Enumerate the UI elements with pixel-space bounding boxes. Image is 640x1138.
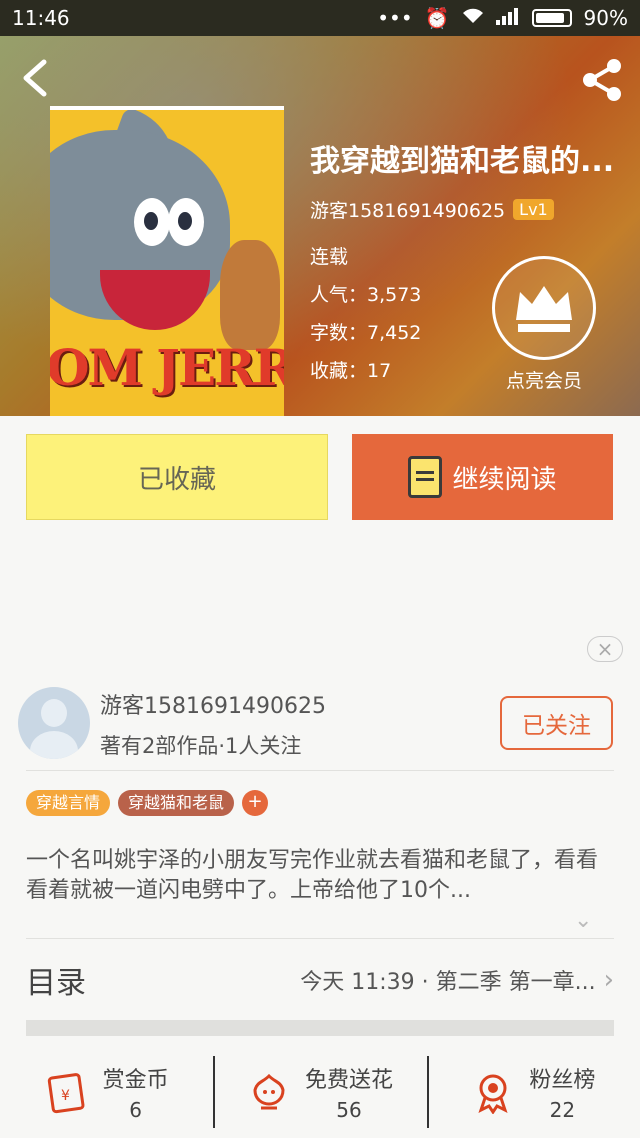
book-title: 我穿越到猫和老鼠的... [310, 144, 615, 179]
book-word-count: 字数：7,452 [310, 322, 422, 344]
continue-reading-button[interactable]: 继续阅读 [352, 434, 613, 520]
reward-coins-button[interactable]: ¥ 赏金币 6 [0, 1046, 213, 1138]
send-flower-count: 56 [336, 1098, 362, 1122]
toc-label: 目录 [26, 966, 86, 1001]
book-favorites: 收藏：17 [310, 360, 392, 382]
more-dots-icon: ••• [377, 6, 413, 30]
author-stats: 著有2部作品·1人关注 [100, 734, 302, 758]
status-bar: 11:46 ••• ⏰ 90% [0, 0, 640, 36]
reward-coins-count: 6 [129, 1098, 143, 1122]
bottom-action-bar: ¥ 赏金币 6 免费送花 56 粉丝榜 22 [0, 1046, 640, 1138]
book-status: 连载 [310, 246, 349, 268]
book-author: 游客1581691490625 [310, 200, 506, 222]
status-icons: ••• ⏰ 90% [377, 6, 628, 30]
collected-button[interactable]: 已收藏 [26, 434, 328, 520]
member-button[interactable] [492, 256, 596, 360]
signal-icon [495, 6, 520, 30]
red-envelope-icon: ¥ [47, 1073, 85, 1114]
book-author-line: 游客1581691490625 Lv1 [310, 196, 554, 223]
level-badge: Lv1 [513, 199, 554, 220]
book-popularity: 人气：3,573 [310, 284, 422, 306]
follow-label: 已关注 [522, 713, 591, 739]
medal-icon [478, 1074, 508, 1114]
wifi-icon [462, 6, 484, 30]
send-flower-label: 免费送花 [304, 1068, 393, 1093]
tag-item[interactable]: 穿越猫和老鼠 [118, 790, 235, 816]
status-time: 11:46 [12, 6, 70, 30]
collected-label: 已收藏 [137, 464, 216, 495]
divider [26, 938, 614, 939]
battery-icon [531, 9, 572, 27]
tag-item[interactable]: 穿越言情 [26, 790, 111, 816]
share-button[interactable] [578, 56, 626, 104]
back-button[interactable] [18, 58, 54, 98]
share-icon [583, 59, 621, 101]
chevron-left-icon [23, 59, 47, 97]
flower-icon [253, 1073, 285, 1110]
table-of-contents-row[interactable]: 目录 今天 11:39 · 第二季 第一章... › [26, 950, 614, 1010]
add-tag-button[interactable]: + [242, 790, 269, 816]
reward-coins-label: 赏金币 [102, 1068, 169, 1093]
chevron-down-icon[interactable]: ⌄ [574, 908, 598, 933]
book-cover[interactable]: OM JERRY [50, 106, 284, 416]
book-icon [408, 456, 443, 498]
book-hero: OM JERRY 我穿越到猫和老鼠的... 游客1581691490625 Lv… [0, 36, 640, 416]
alarm-icon: ⏰ [424, 6, 450, 30]
svg-text:¥: ¥ [61, 1088, 70, 1104]
avatar[interactable] [18, 687, 90, 759]
close-icon[interactable]: × [587, 636, 623, 662]
tag-list: 穿越言情 穿越猫和老鼠 + [26, 790, 269, 816]
section-separator [26, 1020, 614, 1036]
book-description[interactable]: 一个名叫姚宇泽的小朋友写完作业就去看猫和老鼠了，看看看着就被一道闪电劈中了。上帝… [26, 846, 614, 906]
member-label: 点亮会员 [505, 370, 582, 392]
continue-reading-label: 继续阅读 [452, 464, 557, 495]
toc-latest-chapter: 今天 11:39 · 第二季 第一章... [300, 970, 596, 995]
chevron-right-icon: › [603, 965, 614, 995]
author-name[interactable]: 游客1581691490625 [100, 688, 326, 720]
crown-icon [516, 286, 572, 332]
send-flower-button[interactable]: 免费送花 56 [213, 1046, 426, 1138]
fan-rank-count: 22 [549, 1098, 576, 1122]
cover-logo: OM JERRY [50, 338, 284, 397]
fan-rank-label: 粉丝榜 [529, 1068, 596, 1093]
follow-button[interactable]: 已关注 [500, 696, 613, 750]
divider [26, 770, 614, 771]
fan-rank-button[interactable]: 粉丝榜 22 [426, 1046, 640, 1138]
battery-percent: 90% [583, 6, 628, 30]
